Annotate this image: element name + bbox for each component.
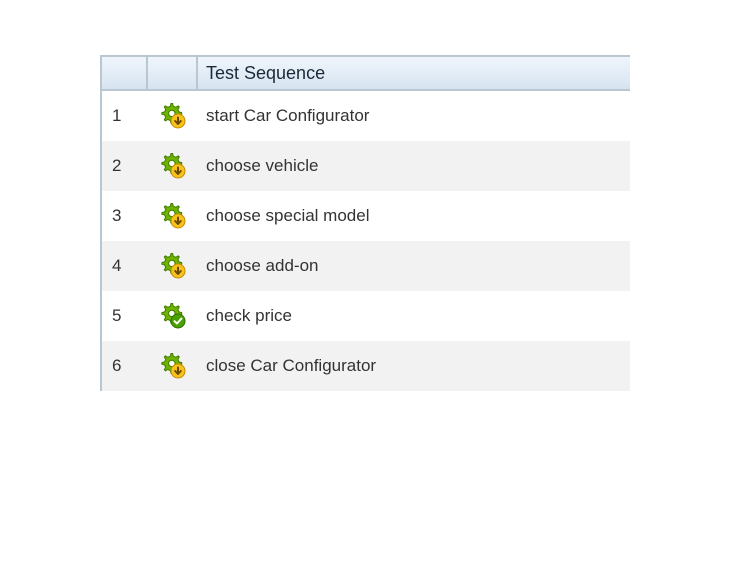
step-label: start Car Configurator (198, 106, 630, 126)
gear-run-icon (160, 253, 186, 279)
table-row[interactable]: 5 check price (102, 291, 630, 341)
step-icon-cell (148, 103, 198, 129)
step-label: choose vehicle (198, 156, 630, 176)
row-index: 2 (102, 156, 148, 176)
table-row[interactable]: 4 choose add-on (102, 241, 630, 291)
table-header: Test Sequence (102, 57, 630, 91)
step-icon-cell (148, 353, 198, 379)
step-label: choose add-on (198, 256, 630, 276)
step-icon-cell (148, 253, 198, 279)
row-index: 3 (102, 206, 148, 226)
step-label: choose special model (198, 206, 630, 226)
table-row[interactable]: 1 start Car Configurator (102, 91, 630, 141)
gear-run-icon (160, 353, 186, 379)
gear-run-icon (160, 203, 186, 229)
test-sequence-table: Test Sequence 1 start Car Configurator 2… (100, 55, 630, 391)
gear-run-icon (160, 153, 186, 179)
row-index: 6 (102, 356, 148, 376)
step-label: check price (198, 306, 630, 326)
column-header-index[interactable] (102, 57, 148, 89)
row-index: 1 (102, 106, 148, 126)
table-row[interactable]: 6 close Car Configurator (102, 341, 630, 391)
row-index: 4 (102, 256, 148, 276)
gear-run-icon (160, 103, 186, 129)
step-icon-cell (148, 153, 198, 179)
column-header-name[interactable]: Test Sequence (198, 57, 630, 89)
table-row[interactable]: 2 choose vehicle (102, 141, 630, 191)
step-label: close Car Configurator (198, 356, 630, 376)
step-icon-cell (148, 303, 198, 329)
column-header-icon[interactable] (148, 57, 198, 89)
row-index: 5 (102, 306, 148, 326)
table-row[interactable]: 3 choose special model (102, 191, 630, 241)
gear-check-icon (160, 303, 186, 329)
step-icon-cell (148, 203, 198, 229)
